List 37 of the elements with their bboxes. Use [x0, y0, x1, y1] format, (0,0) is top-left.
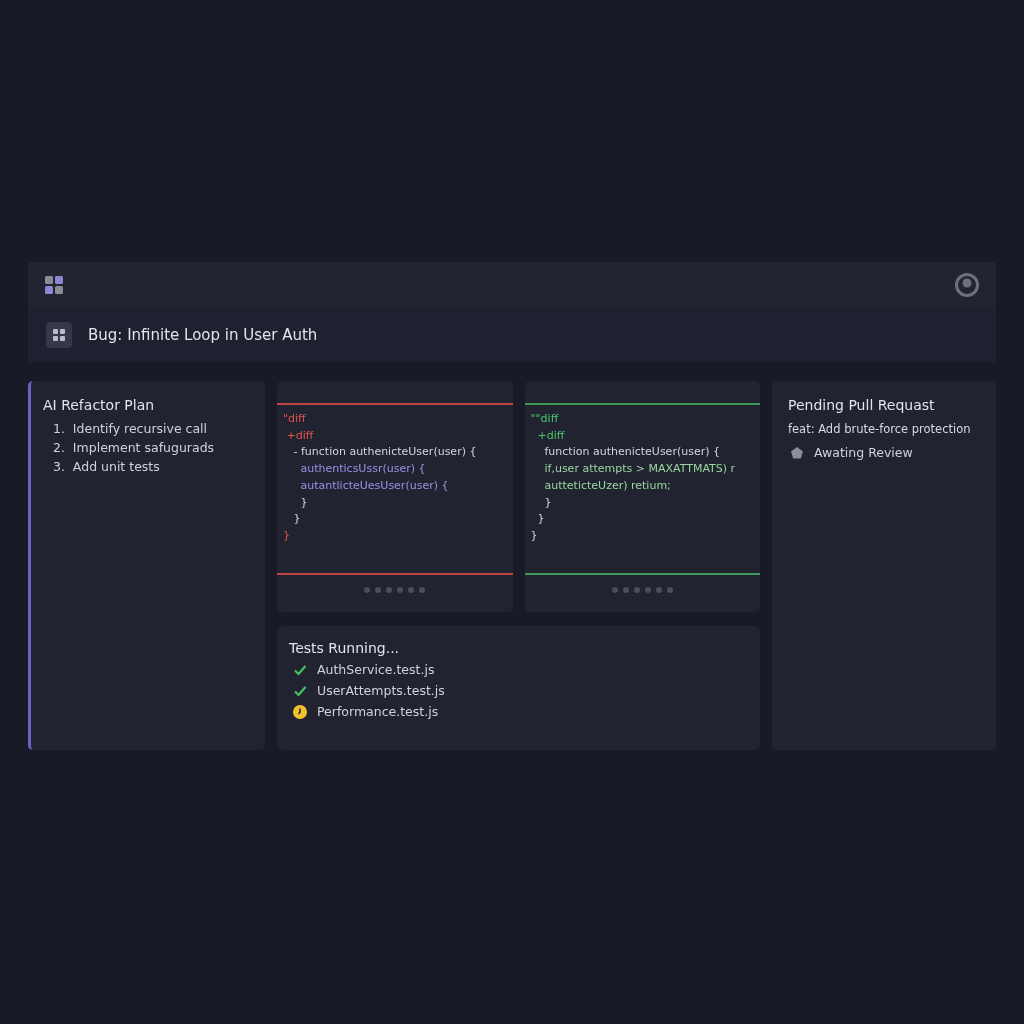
code-line: }	[299, 494, 309, 511]
check-icon	[293, 683, 307, 698]
grid-icon	[46, 322, 72, 348]
code-line: }	[292, 511, 302, 528]
code-line: }	[283, 527, 291, 544]
code-line: authenticsUssr(user) {	[299, 461, 427, 478]
code-line: - function authenicteUser(user) {	[292, 444, 478, 461]
pager-dots[interactable]	[611, 587, 673, 593]
user-circle-icon[interactable]	[954, 272, 980, 298]
code-line: "diff	[283, 411, 307, 427]
commit-message: feat: Add brute-force protection	[788, 422, 971, 436]
issue-title: Bug: Infinite Loop in User Auth	[88, 326, 318, 344]
plan-step: 1. Identify recursive call	[53, 421, 253, 436]
code-line: function authenicteUser(user) {	[543, 444, 721, 461]
clock-icon	[293, 704, 307, 719]
code-line: autteticteUzer) retium;	[543, 477, 672, 494]
test-file: Performance.test.js	[317, 704, 439, 719]
pentagon-icon	[790, 445, 804, 460]
code-line: }	[530, 527, 539, 544]
grid-icon[interactable]	[44, 275, 64, 295]
code-line: }	[536, 511, 546, 528]
plan-title: AI Refactor Plan	[43, 397, 156, 413]
test-file: UserAttempts.test.js	[317, 683, 445, 698]
code-line: +diff	[536, 427, 566, 444]
tests-title: Tests Running...	[289, 640, 401, 656]
code-line: +diff	[285, 427, 315, 444]
plan-step: 2. Implement safugurads	[53, 440, 253, 455]
plan-step: 3. Add unit tests	[53, 459, 253, 474]
test-file: AuthService.test.js	[317, 662, 435, 677]
code-line: }	[543, 494, 553, 511]
pull-request-title: Pending Pull Requast	[788, 397, 936, 413]
review-status: Awating Review	[814, 445, 913, 460]
pager-dots[interactable]	[364, 587, 426, 593]
check-icon	[293, 662, 307, 677]
code-line: ""diff	[530, 411, 560, 427]
code-line: if,user attempts > MAXATTMATS) r	[543, 461, 737, 478]
code-line: autantlicteUesUser(user) {	[299, 477, 450, 494]
